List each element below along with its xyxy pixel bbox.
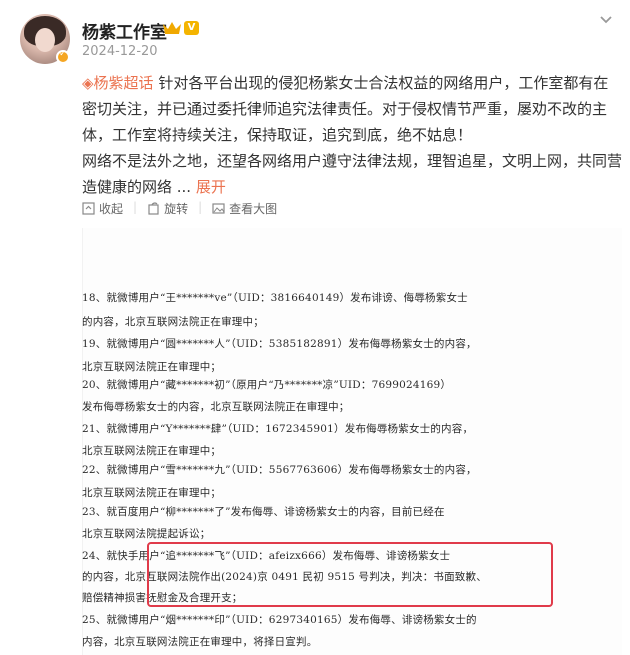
doc-line: 北京互联网法院正在审理中； <box>82 445 222 457</box>
collapse-label: 收起 <box>99 202 124 216</box>
doc-line: 19、就微博用户“圆*******人”（UID：5385182891）发布侮辱杨… <box>82 338 477 350</box>
doc-line: 20、就微博用户“藏*******初”（原用户“乃*******凉”UID：76… <box>82 379 452 391</box>
doc-line: 25、就微博用户“烟*******印”（UID：6297340165）发布侮辱、… <box>82 614 477 626</box>
expand-link[interactable]: 展开 <box>196 178 226 196</box>
collapse-button[interactable]: 收起 <box>82 200 123 217</box>
post-body-2: 网络不是法外之地，还望各网络用户遵守法律法规，理智追星，文明上网，共同营造健康的… <box>82 152 623 196</box>
doc-line: 18、就微博用户“王*******ve”（UID：3816640149）发布诽谤… <box>82 292 468 304</box>
doc-line: 北京互联网法院正在审理中； <box>82 361 222 373</box>
doc-line: 发布侮辱杨紫女士的内容，北京互联网法院正在审理中； <box>82 401 350 413</box>
doc-line: 内容，北京互联网法院正在审理中，将择日宣判。 <box>82 636 318 648</box>
avatar-face <box>35 28 55 52</box>
doc-line: 北京互联网法院正在审理中； <box>82 487 222 499</box>
view-large-icon <box>212 203 225 214</box>
doc-line: 北京互联网法院提起诉讼； <box>82 528 211 540</box>
image-actions: 收起 | 旋转 | 查看大图 <box>82 200 295 217</box>
post-body: 针对各平台出现的侵犯杨紫女士合法权益的网络用户，工作室都有在密切关注，并已通过委… <box>82 74 609 144</box>
rotate-icon <box>148 202 159 215</box>
collapse-icon <box>82 202 95 215</box>
view-large-label: 查看大图 <box>229 202 278 216</box>
verified-icon <box>56 49 70 64</box>
chevron-down-icon[interactable] <box>598 12 614 28</box>
highlight-box <box>147 542 553 607</box>
doc-line: 21、就微博用户“Y*******肆”（UID：1672345901）发布侮辱杨… <box>82 423 474 435</box>
topic-link[interactable]: 杨紫超话 <box>94 74 154 92</box>
post-content: ◈杨紫超话 针对各平台出现的侵犯杨紫女士合法权益的网络用户，工作室都有在密切关注… <box>82 70 622 200</box>
username[interactable]: 杨紫工作室 <box>82 18 167 43</box>
crown-icon <box>163 22 181 34</box>
divider: | <box>133 200 138 214</box>
rotate-button[interactable]: 旋转 <box>147 200 188 217</box>
doc-line: 的内容，北京互联网法院正在审理中； <box>82 316 264 328</box>
vip-badge: V <box>184 21 199 35</box>
post-date[interactable]: 2024-12-20 <box>82 44 158 59</box>
topic-diamond-icon: ◈ <box>82 74 94 92</box>
view-large-button[interactable]: 查看大图 <box>212 200 277 217</box>
rotate-label: 旋转 <box>164 202 189 216</box>
doc-line: 22、就微博用户“雪*******九”（UID：5567763606）发布侮辱杨… <box>82 464 477 476</box>
divider: | <box>198 200 203 214</box>
doc-line: 23、就百度用户“柳*******了”发布侮辱、诽谤杨紫女士的内容，目前已经在 <box>82 506 445 518</box>
